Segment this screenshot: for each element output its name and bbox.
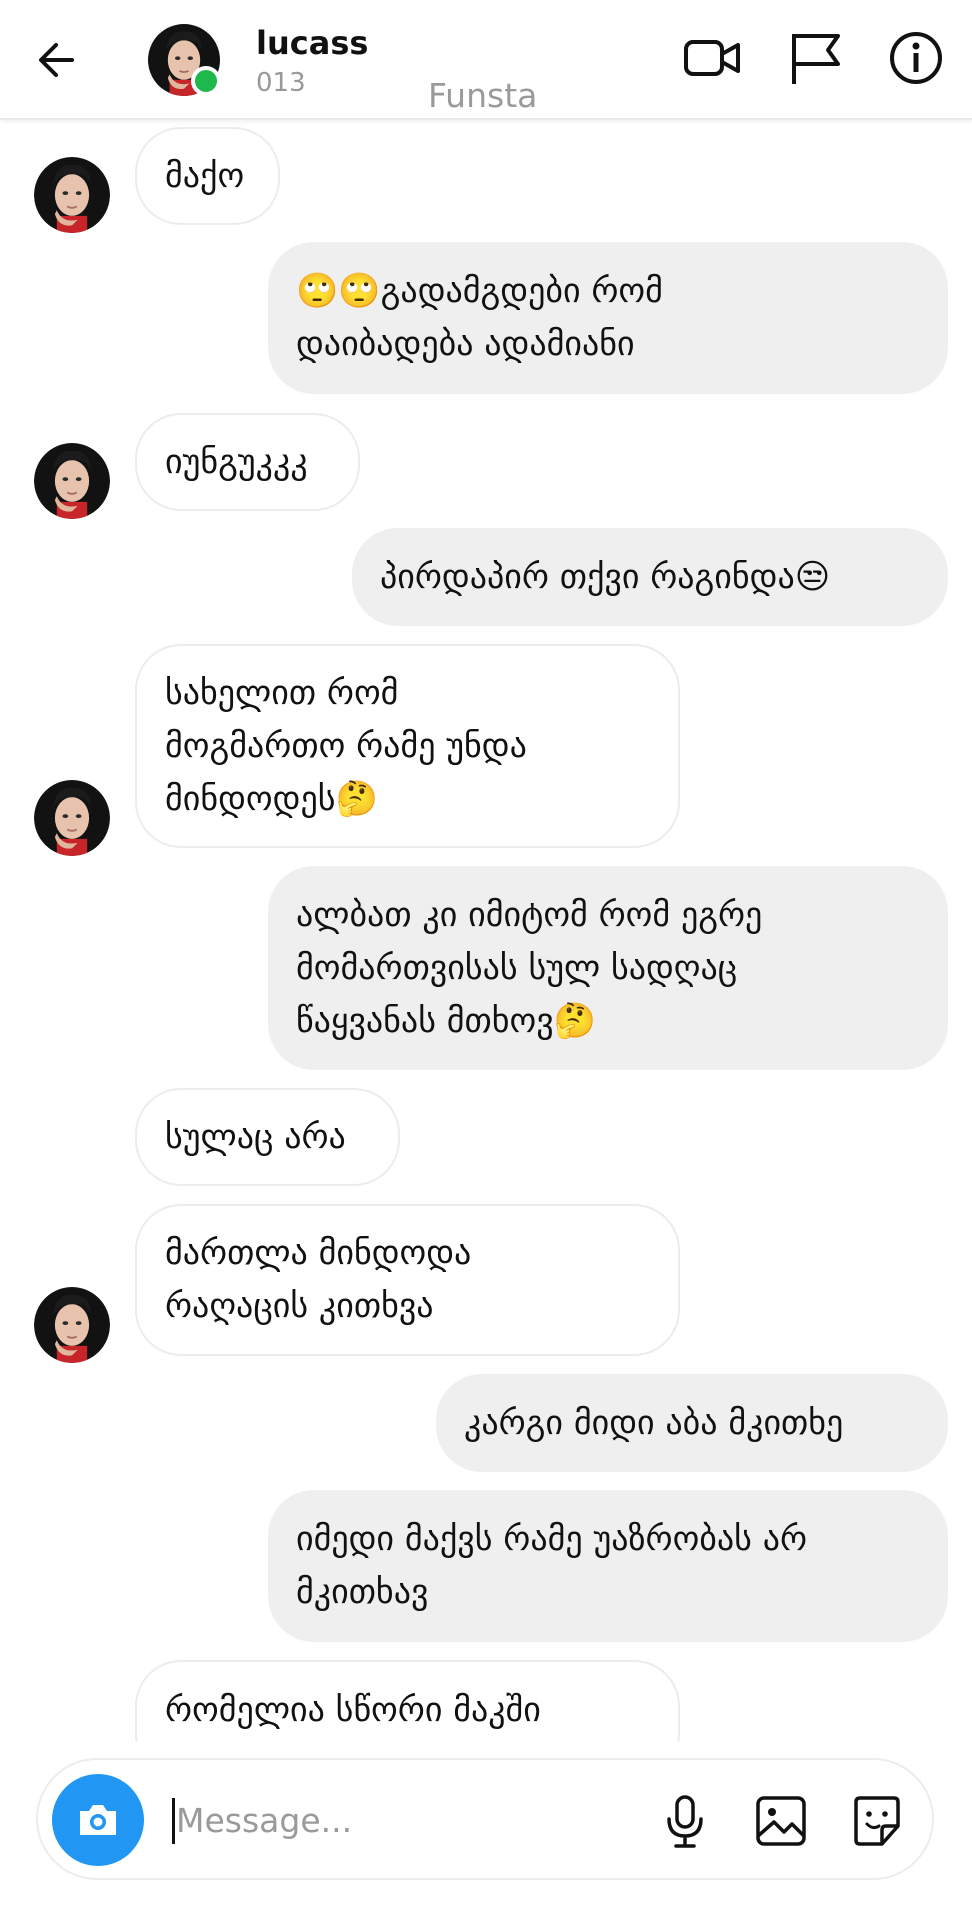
contact-avatar[interactable] xyxy=(34,443,110,519)
funsta-watermark: Funsta xyxy=(428,76,538,115)
incoming-message[interactable]: რომელია სწორი მაკში xyxy=(135,1660,680,1742)
sticker-icon[interactable] xyxy=(848,1792,906,1850)
incoming-message[interactable]: მაქო xyxy=(135,127,280,225)
info-icon[interactable] xyxy=(884,26,948,90)
message-thread[interactable]: მაქო 🙄🙄გადამგდები რომ დაიბადება ადამიანი… xyxy=(0,120,972,1742)
outgoing-message[interactable]: კარგი მიდი აბა მკითხე xyxy=(436,1374,948,1472)
contact-avatar[interactable] xyxy=(34,157,110,233)
contact-avatar[interactable] xyxy=(34,780,110,856)
outgoing-message[interactable]: ალბათ კი იმიტომ რომ ეგრე მომართვისას სულ… xyxy=(268,866,948,1070)
message-composer xyxy=(36,1758,934,1880)
contact-subtitle: 013 xyxy=(256,68,306,98)
outgoing-message[interactable]: იმედი მაქვს რამე უაზრობას არ მკითხავ xyxy=(268,1490,948,1642)
video-call-icon[interactable] xyxy=(680,26,744,90)
incoming-message[interactable]: სახელით რომ მოგმართო რამე უნდა მინდოდეს🤔 xyxy=(135,644,680,848)
camera-icon xyxy=(80,1805,116,1835)
incoming-message[interactable]: მართლა მინდოდა რაღაცის კითხვა xyxy=(135,1204,680,1356)
outgoing-message[interactable]: პირდაპირ თქვი რაგინდა😒 xyxy=(352,528,948,626)
outgoing-message[interactable]: 🙄🙄გადამგდები რომ დაიბადება ადამიანი xyxy=(268,242,948,394)
incoming-message[interactable]: იუნგუკკკ xyxy=(135,413,360,511)
contact-avatar[interactable] xyxy=(34,1287,110,1363)
camera-button[interactable] xyxy=(52,1774,144,1866)
message-input[interactable] xyxy=(176,1790,566,1850)
incoming-message[interactable]: სულაც არა xyxy=(135,1088,400,1186)
flag-icon[interactable] xyxy=(782,26,846,90)
contact-username[interactable]: lucass xyxy=(256,24,368,62)
chat-header: lucass 013 Funsta xyxy=(0,0,972,120)
microphone-icon[interactable] xyxy=(656,1792,714,1850)
gallery-icon[interactable] xyxy=(752,1792,810,1850)
back-arrow-icon[interactable] xyxy=(28,30,88,90)
online-status-dot xyxy=(191,66,221,96)
text-cursor xyxy=(172,1798,175,1844)
